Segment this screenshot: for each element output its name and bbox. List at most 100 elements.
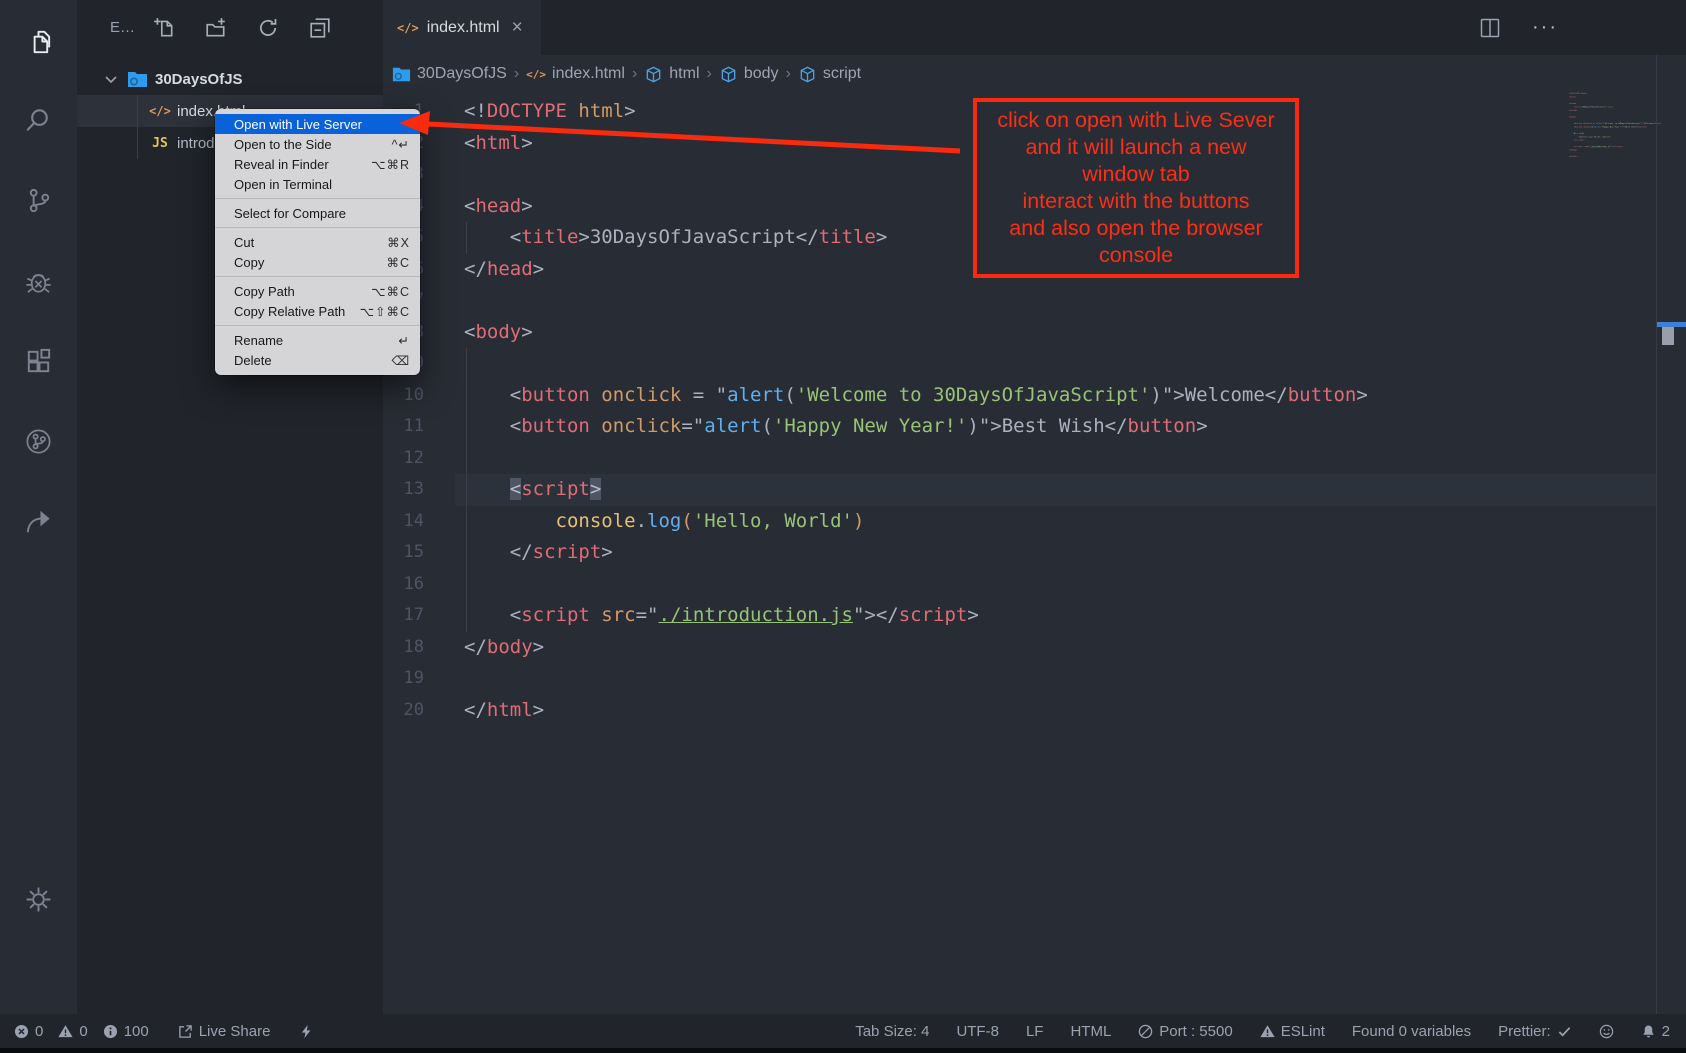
line-number[interactable]: 17 — [383, 600, 424, 632]
tab-bar: </> index.html × ··· — [383, 0, 1686, 55]
menu-item-shortcut: ↵ — [399, 333, 410, 348]
annotation-line: window tab — [977, 161, 1295, 188]
line-number[interactable]: 16 — [383, 569, 424, 601]
breadcrumb-item-body[interactable]: body — [719, 65, 779, 84]
code-line-15[interactable]: 15 </script> — [383, 537, 1657, 569]
breadcrumb-item-index-html[interactable]: </>index.html — [526, 65, 625, 83]
html-file-icon: </> — [397, 21, 419, 35]
line-number[interactable]: 15 — [383, 537, 424, 569]
code-line-10[interactable]: 10 <button onclick = "alert('Welcome to … — [383, 380, 1657, 412]
menu-item-select-for-compare[interactable]: Select for Compare — [215, 203, 420, 223]
menu-item-shortcut: ⌥⌘C — [371, 284, 410, 299]
menu-item-copy[interactable]: Copy ⌘C — [215, 252, 420, 272]
more-actions-icon[interactable]: ··· — [1532, 16, 1558, 39]
activity-item-debug[interactable] — [0, 251, 77, 311]
code-line-7[interactable]: 7 — [383, 285, 1657, 317]
breadcrumb-item-html[interactable]: html — [644, 65, 699, 84]
status-label: HTML — [1070, 1023, 1111, 1040]
activity-item-source-control[interactable] — [0, 170, 77, 230]
close-icon[interactable]: × — [512, 18, 523, 37]
status-item-prettier[interactable]: Prettier: — [1498, 1023, 1572, 1040]
status-item-infos[interactable]: 100 — [103, 1023, 149, 1040]
indent-guide — [466, 443, 467, 475]
source-control-icon — [23, 185, 54, 216]
indent-guide — [466, 569, 467, 601]
code-line-9[interactable]: 9 — [383, 348, 1657, 380]
menu-item-label: Cut — [234, 235, 254, 250]
tree-indent-guide — [137, 95, 138, 159]
new-folder-icon[interactable] — [205, 17, 229, 41]
status-label: Live Share — [199, 1023, 271, 1040]
split-editor-icon[interactable] — [1478, 16, 1502, 40]
overview-ruler-border — [1656, 55, 1657, 1014]
folder-row-30DaysOfJS[interactable]: 30DaysOfJS — [77, 63, 383, 95]
status-item-warnings[interactable]: 0 — [58, 1023, 87, 1040]
tab-index-html[interactable]: </> index.html × — [383, 0, 541, 55]
chevron-down-icon[interactable] — [103, 71, 119, 87]
menu-item-delete[interactable]: Delete ⌫ — [215, 350, 420, 370]
activity-item-share[interactable] — [0, 491, 77, 551]
status-item-tab-size[interactable]: Tab Size: 4 — [855, 1023, 929, 1040]
status-item-live-share[interactable]: Live Share — [178, 1023, 271, 1040]
minimap[interactable]: <!DOCTYPE html><html><head> <title>30Day… — [1569, 92, 1661, 182]
annotation-line: console — [977, 242, 1295, 269]
code-line-18[interactable]: 18</body> — [383, 632, 1657, 664]
line-number[interactable]: 20 — [383, 695, 424, 727]
code-line-14[interactable]: 14 console.log('Hello, World') — [383, 506, 1657, 538]
status-item-eslint[interactable]: ESLint — [1260, 1023, 1325, 1040]
code-line-11[interactable]: 11 <button onclick="alert('Happy New Yea… — [383, 411, 1657, 443]
line-number[interactable]: 18 — [383, 632, 424, 664]
menu-item-copy-path[interactable]: Copy Path ⌥⌘C — [215, 281, 420, 301]
refresh-icon[interactable] — [257, 17, 281, 41]
status-item-lightning[interactable] — [299, 1024, 314, 1039]
status-item-eol[interactable]: LF — [1026, 1023, 1044, 1040]
folder-blue-icon — [392, 65, 411, 84]
breadcrumb-item-script[interactable]: script — [798, 65, 861, 84]
breadcrumb-label: script — [823, 65, 861, 83]
menu-item-open-with-live-server[interactable]: Open with Live Server — [215, 114, 420, 134]
menu-item-copy-relative-path[interactable]: Copy Relative Path ⌥⇧⌘C — [215, 301, 420, 321]
status-item-found-variables[interactable]: Found 0 variables — [1352, 1023, 1471, 1040]
menu-item-open-in-terminal[interactable]: Open in Terminal — [215, 174, 420, 194]
code-line-12[interactable]: 12 — [383, 443, 1657, 475]
breadcrumb-item-30daysofjs[interactable]: 30DaysOfJS — [392, 65, 507, 84]
code-line-13[interactable]: 13 <script> — [383, 474, 1657, 506]
breadcrumb-label: index.html — [552, 65, 625, 83]
status-item-language-mode[interactable]: HTML — [1070, 1023, 1111, 1040]
menu-item-cut[interactable]: Cut ⌘X — [215, 232, 420, 252]
activity-item-search[interactable] — [0, 90, 77, 150]
status-item-feedback-smiley[interactable] — [1599, 1024, 1614, 1039]
new-file-icon[interactable] — [153, 17, 177, 41]
menu-item-open-to-the-side[interactable]: Open to the Side ^↵ — [215, 134, 420, 154]
code-line-20[interactable]: 20</html> — [383, 695, 1657, 727]
menu-divider — [215, 227, 420, 228]
collapse-all-icon[interactable] — [309, 17, 333, 41]
line-number[interactable]: 19 — [383, 663, 424, 695]
status-item-encoding[interactable]: UTF-8 — [956, 1023, 999, 1040]
folder-root-label: 30DaysOfJS — [155, 71, 243, 88]
scrollbar-thumb[interactable] — [1662, 327, 1674, 345]
code-line-8[interactable]: 8<body> — [383, 317, 1657, 349]
line-number[interactable]: 11 — [383, 411, 424, 443]
code-line-19[interactable]: 19 — [383, 663, 1657, 695]
status-item-notifications[interactable]: 2 — [1641, 1023, 1670, 1040]
menu-item-rename[interactable]: Rename ↵ — [215, 330, 420, 350]
js-file-icon: JS — [147, 136, 173, 151]
activity-item-extensions[interactable] — [0, 331, 77, 391]
status-item-errors[interactable]: 0 — [14, 1023, 43, 1040]
code-line-17[interactable]: 17 <script src="./introduction.js"></scr… — [383, 600, 1657, 632]
code-line-16[interactable]: 16 — [383, 569, 1657, 601]
html-file-icon: </> — [147, 104, 173, 118]
activity-item-settings[interactable] — [0, 869, 77, 929]
menu-item-label: Copy Path — [234, 284, 295, 299]
line-number[interactable]: 12 — [383, 443, 424, 475]
annotation-line: and it will launch a new — [977, 134, 1295, 161]
status-item-live-server-port[interactable]: Port : 5500 — [1138, 1023, 1232, 1040]
activity-item-gitlens[interactable] — [0, 411, 77, 471]
line-number[interactable]: 13 — [383, 474, 424, 506]
line-number[interactable]: 14 — [383, 506, 424, 538]
activity-item-explorer[interactable] — [0, 11, 77, 71]
menu-item-reveal-in-finder[interactable]: Reveal in Finder ⌥⌘R — [215, 154, 420, 174]
breadcrumb: 30DaysOfJS›</>index.html›html›body›scrip… — [383, 55, 1656, 93]
line-number[interactable]: 10 — [383, 380, 424, 412]
